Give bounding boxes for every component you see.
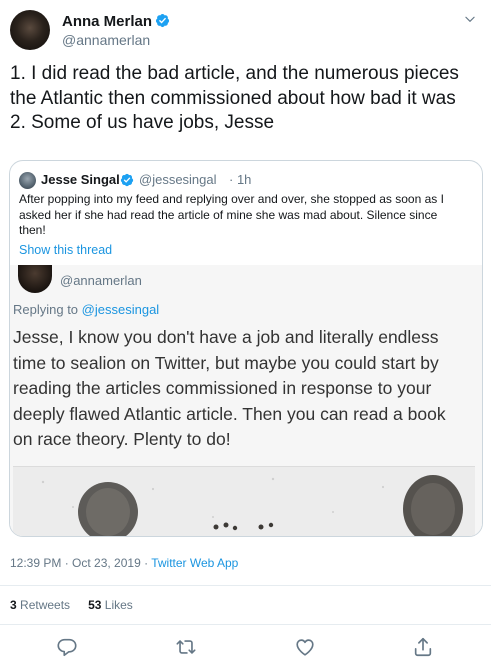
screenshot-line: deeply flawed Atlantic article. Then you… xyxy=(13,403,446,424)
snow-photo xyxy=(13,467,475,536)
author-name-row[interactable]: Anna Merlan xyxy=(62,13,170,30)
retweet-icon[interactable] xyxy=(175,636,197,658)
screenshot-line: on race theory. Plenty to do! xyxy=(13,429,231,449)
retweets-label: Retweets xyxy=(20,598,71,612)
tweet-header: Anna Merlan @annamerlan xyxy=(10,10,481,54)
quoted-screenshot-image[interactable]: @annamerlan Replying to @jessesingal Jes… xyxy=(10,265,482,536)
tweet-stats: 3 Retweets 53 Likes xyxy=(10,598,133,612)
author-name[interactable]: Anna Merlan xyxy=(62,13,152,30)
heart-icon[interactable] xyxy=(294,636,316,658)
avatar[interactable] xyxy=(10,10,50,50)
quoted-line: After popping into my feed and replying … xyxy=(19,192,444,206)
tweet-line: 1. I did read the bad article, and the n… xyxy=(10,63,459,84)
screenshot-handle: @annamerlan xyxy=(60,273,142,288)
replying-prefix: Replying to xyxy=(13,302,79,317)
quoted-avatar xyxy=(19,172,36,189)
verified-badge-icon xyxy=(120,173,134,187)
screenshot-embedded-photo xyxy=(13,466,475,536)
quoted-author-name: Jesse Singal xyxy=(41,172,120,187)
screenshot-replying-to: Replying to @jessesingal xyxy=(13,302,159,317)
quoted-tweet-text: After popping into my feed and replying … xyxy=(19,192,475,239)
tweet-text: 1. I did read the bad article, and the n… xyxy=(10,62,486,136)
author-handle[interactable]: @annamerlan xyxy=(62,32,150,48)
quoted-tweet[interactable]: Jesse Singal @jessesingal · 1h After pop… xyxy=(9,160,483,537)
share-icon[interactable] xyxy=(412,636,434,658)
tweet-meta: 12:39 PM · Oct 23, 2019 · Twitter Web Ap… xyxy=(10,556,238,570)
screenshot-line: Jesse, I know you don't have a job and l… xyxy=(13,327,439,347)
replying-handle: @jessesingal xyxy=(81,302,160,317)
screenshot-line: reading the articles commissioned in res… xyxy=(13,378,432,398)
retweets-stat[interactable]: 3 Retweets xyxy=(10,598,70,612)
reply-icon[interactable] xyxy=(56,636,78,658)
likes-stat[interactable]: 53 Likes xyxy=(88,598,133,612)
likes-count: 53 xyxy=(88,598,102,612)
quoted-author-handle: @jessesingal xyxy=(139,172,217,187)
quoted-line: asked her if she had read the article of… xyxy=(19,207,438,222)
tweet-line: 2. Some of us have jobs, Jesse xyxy=(10,112,275,133)
tweet-line: the Atlantic then commissioned about how… xyxy=(10,87,456,109)
tweet-actions xyxy=(0,636,491,660)
tweet-source-link[interactable]: Twitter Web App xyxy=(151,556,238,570)
quoted-timestamp: · 1h xyxy=(229,172,252,187)
divider xyxy=(0,624,491,625)
show-thread-link[interactable]: Show this thread xyxy=(19,243,112,257)
quoted-line: then! xyxy=(19,223,46,237)
screenshot-line: time to sealion on Twitter, but maybe yo… xyxy=(13,352,439,373)
tweet-timestamp[interactable]: 12:39 PM · Oct 23, 2019 · xyxy=(10,556,148,570)
likes-label: Likes xyxy=(104,598,133,612)
retweets-count: 3 xyxy=(10,598,17,612)
divider xyxy=(0,585,491,586)
screenshot-avatar xyxy=(18,265,52,293)
verified-badge-icon xyxy=(155,13,170,28)
screenshot-text: Jesse, I know you don't have a job and l… xyxy=(13,325,479,453)
chevron-down-icon[interactable] xyxy=(463,12,477,26)
